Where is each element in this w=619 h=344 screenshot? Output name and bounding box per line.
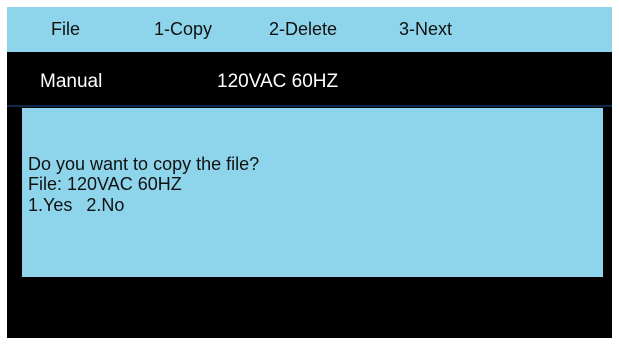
device-screen: File 1-Copy 2-Delete 3-Next Manual 120VA… (7, 7, 612, 338)
menu-item-next[interactable]: 3-Next (399, 18, 452, 40)
dialog-options: 1.Yes 2.No (28, 195, 124, 216)
yes-option[interactable]: 1.Yes (28, 195, 72, 216)
copy-confirm-dialog: Do you want to copy the file? File: 120V… (22, 108, 603, 277)
status-bar: Manual 120VAC 60HZ (7, 52, 612, 107)
menu-item-copy[interactable]: 1-Copy (154, 18, 212, 40)
dialog-file-name: File: 120VAC 60HZ (28, 174, 182, 194)
dialog-question: Do you want to copy the file? (28, 154, 260, 174)
mode-label: Manual (40, 71, 103, 92)
menu-item-delete[interactable]: 2-Delete (269, 18, 337, 40)
no-option[interactable]: 2.No (86, 195, 124, 216)
profile-label: 120VAC 60HZ (217, 71, 339, 92)
menu-item-file[interactable]: File (51, 18, 80, 40)
menu-bar: File 1-Copy 2-Delete 3-Next (7, 7, 612, 52)
status-divider (7, 105, 612, 107)
